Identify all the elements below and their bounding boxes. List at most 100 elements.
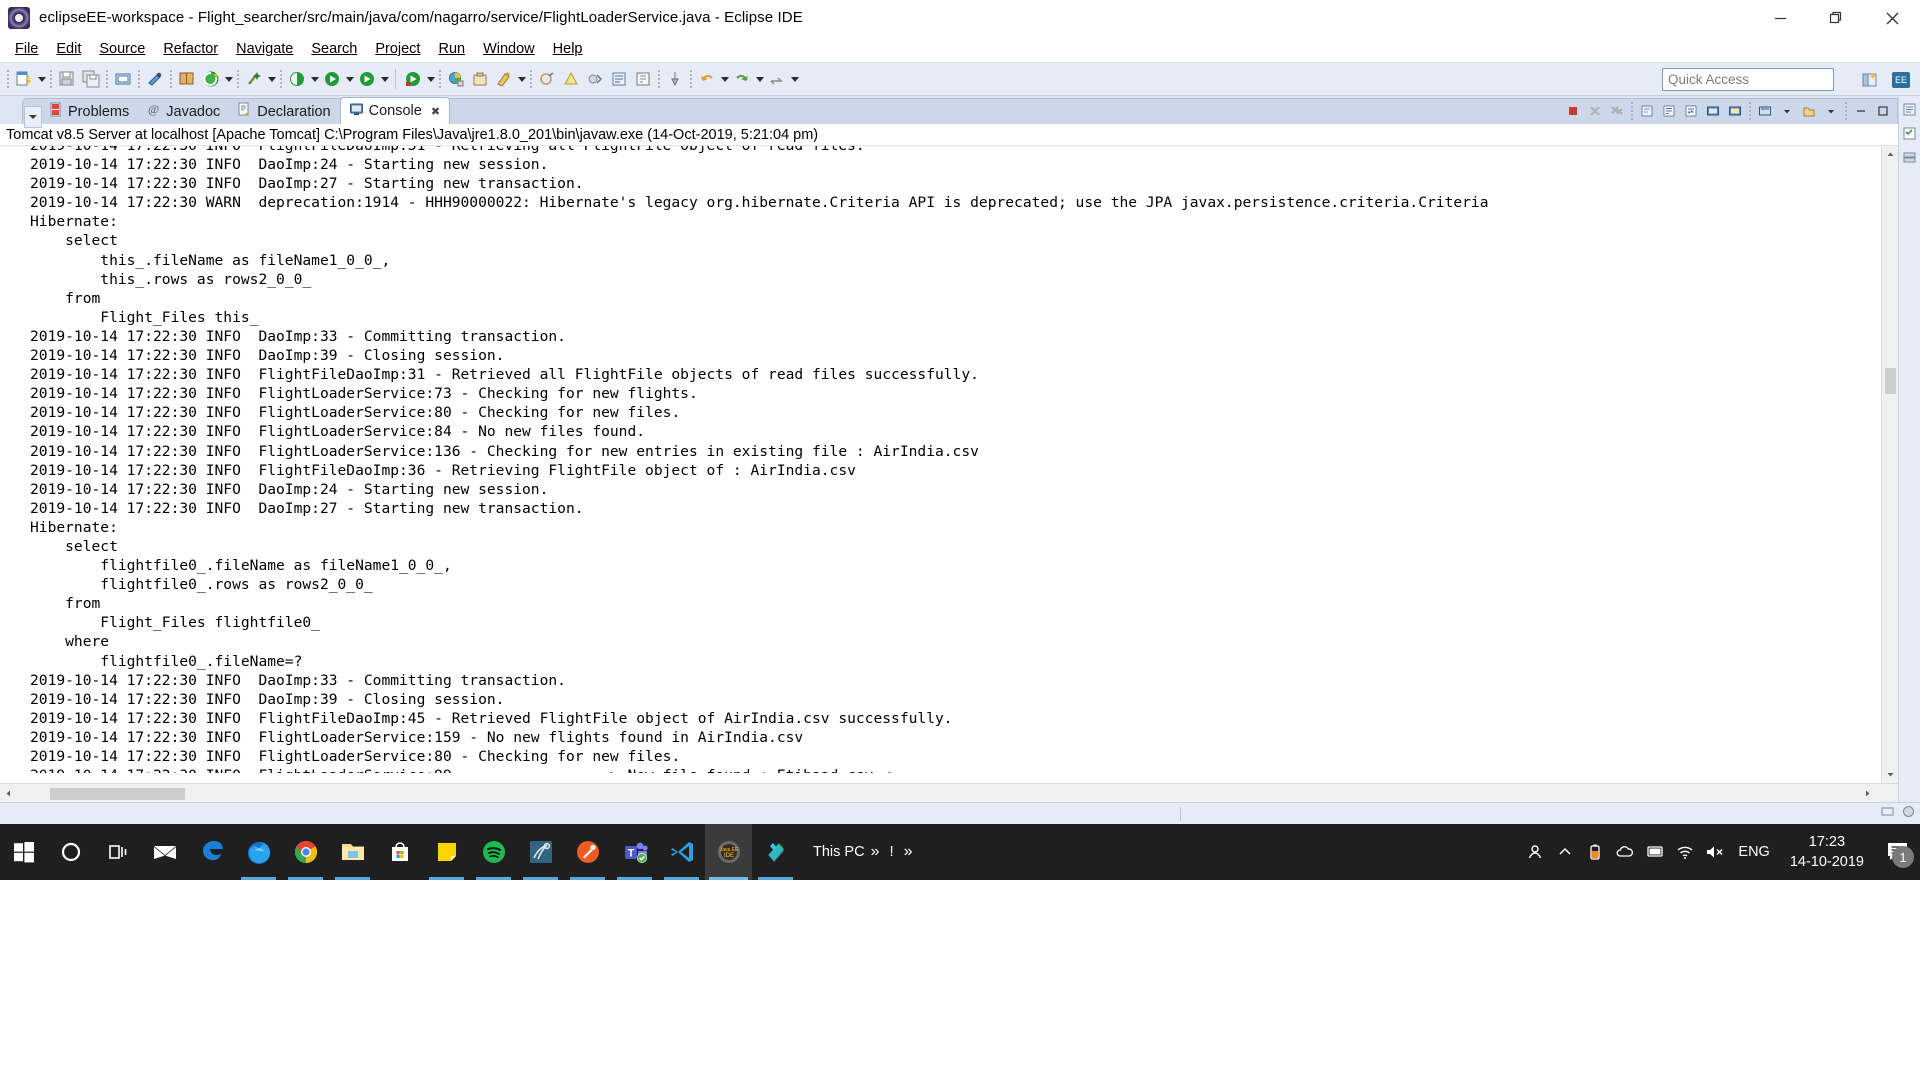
open-perspective-button[interactable] xyxy=(1857,68,1883,91)
new-wizard-caret[interactable] xyxy=(266,68,277,90)
microsoft-store-button[interactable] xyxy=(376,824,423,880)
vertical-scroll-thumb[interactable] xyxy=(1885,368,1896,394)
open-type-icon[interactable] xyxy=(176,68,198,90)
minimize-icon[interactable] xyxy=(1851,101,1871,121)
menu-source[interactable]: Source xyxy=(90,39,154,59)
word-wrap-icon[interactable] xyxy=(1681,101,1701,121)
task-view-button[interactable] xyxy=(94,824,141,880)
coverage-caret[interactable] xyxy=(425,68,436,90)
print-icon[interactable] xyxy=(112,68,134,90)
maximize-icon[interactable] xyxy=(1873,101,1893,121)
this-pc-button[interactable]: This PC » xyxy=(813,843,879,861)
language-indicator[interactable]: ENG xyxy=(1730,844,1777,860)
scroll-left-arrow[interactable] xyxy=(0,784,17,803)
tab-console[interactable]: Console ✖ xyxy=(339,97,451,124)
this-pc-overflow-chevron[interactable]: » xyxy=(871,843,880,861)
new-wizard-icon[interactable] xyxy=(243,68,265,90)
terminate-icon[interactable] xyxy=(1563,101,1583,121)
show-hidden-icons-chevron[interactable] xyxy=(1550,824,1580,880)
menu-file[interactable]: File xyxy=(6,39,47,59)
run-icon[interactable] xyxy=(321,68,343,90)
monitor-icon[interactable] xyxy=(1640,824,1670,880)
previous-annotation-icon[interactable] xyxy=(584,68,606,90)
clear-console-icon[interactable] xyxy=(1637,101,1657,121)
next-annotation-icon[interactable] xyxy=(560,68,582,90)
show-console-on-output-icon[interactable] xyxy=(1703,101,1723,121)
build-status-icon[interactable] xyxy=(1901,804,1916,824)
search-icon[interactable] xyxy=(493,68,515,90)
chrome-button[interactable] xyxy=(282,824,329,880)
slack-button[interactable] xyxy=(752,824,799,880)
menu-search[interactable]: Search xyxy=(302,39,366,59)
open-task-icon[interactable] xyxy=(632,68,654,90)
history-forward-icon[interactable] xyxy=(766,68,788,90)
notification-center-button[interactable]: 1 xyxy=(1876,824,1920,880)
toolbar-grip[interactable] xyxy=(7,70,9,88)
menu-run[interactable]: Run xyxy=(429,39,474,59)
display-selected-caret[interactable] xyxy=(1777,101,1797,121)
minimize-button[interactable] xyxy=(1752,0,1808,36)
run-last-caret[interactable] xyxy=(379,68,390,90)
close-icon[interactable]: ✖ xyxy=(431,105,440,118)
scroll-lock-icon[interactable] xyxy=(1659,101,1679,121)
server-icon[interactable] xyxy=(445,68,467,90)
heap-status-icon[interactable] xyxy=(1880,804,1895,824)
sticky-notes-button[interactable] xyxy=(423,824,470,880)
remove-launch-icon[interactable] xyxy=(1585,101,1605,121)
forward-icon[interactable] xyxy=(731,68,753,90)
new-icon[interactable] xyxy=(13,68,35,90)
pin-icon[interactable] xyxy=(664,68,686,90)
console-output-text[interactable]: 2019-10-14 17:22:30 INFO FlightFileDaoIm… xyxy=(0,146,1881,773)
scroll-down-arrow[interactable] xyxy=(1881,766,1898,783)
remove-all-terminated-icon[interactable] xyxy=(1607,101,1627,121)
coverage-icon[interactable] xyxy=(402,68,424,90)
menu-navigate[interactable]: Navigate xyxy=(227,39,302,59)
menu-help[interactable]: Help xyxy=(544,39,592,59)
external-tools-caret[interactable] xyxy=(223,68,234,90)
new-dropdown-caret[interactable] xyxy=(36,68,47,90)
java-ee-perspective-button[interactable]: EE xyxy=(1888,68,1914,91)
toggle-breakpoint-icon[interactable] xyxy=(144,68,166,90)
horizontal-scroll-thumb[interactable] xyxy=(50,788,185,800)
volume-muted-icon[interactable] xyxy=(1700,824,1730,880)
search-caret[interactable] xyxy=(516,68,527,90)
last-edit-location-icon[interactable] xyxy=(536,68,558,90)
scroll-right-arrow[interactable] xyxy=(1859,784,1876,803)
run-last-icon[interactable] xyxy=(356,68,378,90)
mail-button[interactable] xyxy=(141,824,188,880)
quick-access-input[interactable]: Quick Access xyxy=(1662,68,1834,91)
menu-window[interactable]: Window xyxy=(474,39,544,59)
eclipse-button[interactable]: Java EE IDE xyxy=(705,824,752,880)
pin-console-icon[interactable] xyxy=(1725,101,1745,121)
menu-edit[interactable]: Edit xyxy=(47,39,90,59)
tab-declaration[interactable]: Declaration xyxy=(229,99,339,124)
scroll-up-arrow[interactable] xyxy=(1881,146,1898,163)
postman-button[interactable] xyxy=(564,824,611,880)
start-button[interactable] xyxy=(0,824,47,880)
tab-problems[interactable]: Problems xyxy=(40,99,138,124)
console-horizontal-scrollbar[interactable] xyxy=(0,783,1898,802)
vscode-button[interactable] xyxy=(658,824,705,880)
battery-icon[interactable] xyxy=(1580,824,1610,880)
edge-button[interactable] xyxy=(188,824,235,880)
clock[interactable]: 17:23 14-10-2019 xyxy=(1778,832,1876,872)
back-caret[interactable] xyxy=(719,68,730,90)
tab-javadoc[interactable]: @ Javadoc xyxy=(138,99,229,124)
terminal-icon[interactable] xyxy=(469,68,491,90)
overflow-chevron[interactable]: » xyxy=(904,843,913,861)
spotify-button[interactable] xyxy=(470,824,517,880)
forward-caret[interactable] xyxy=(754,68,765,90)
display-selected-console-icon[interactable] xyxy=(1755,101,1775,121)
teams-button[interactable]: T xyxy=(611,824,658,880)
restore-button[interactable] xyxy=(1808,0,1864,36)
outline-view-icon[interactable] xyxy=(1901,100,1919,118)
debug-caret[interactable] xyxy=(309,68,320,90)
open-console-icon[interactable] xyxy=(1799,101,1819,121)
onedrive-cloud-icon[interactable] xyxy=(1610,824,1640,880)
save-icon[interactable] xyxy=(56,68,78,90)
external-tools-icon[interactable] xyxy=(200,68,222,90)
run-caret[interactable] xyxy=(344,68,355,90)
file-explorer-button[interactable] xyxy=(329,824,376,880)
history-caret[interactable] xyxy=(789,68,800,90)
back-icon[interactable] xyxy=(696,68,718,90)
